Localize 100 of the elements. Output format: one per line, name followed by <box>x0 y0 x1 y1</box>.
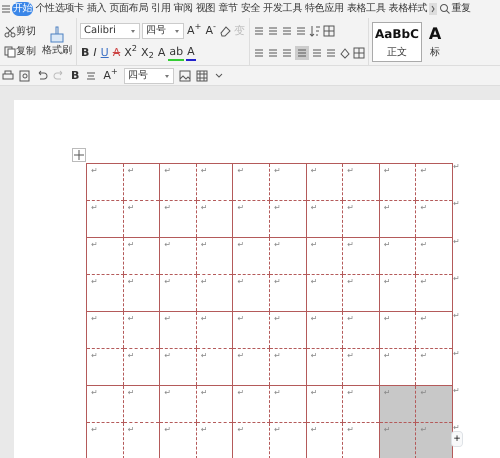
table-cell[interactable]: ↵ <box>160 200 196 238</box>
caret-icon[interactable] <box>164 72 170 78</box>
copy-icon[interactable] <box>4 46 16 58</box>
search-button[interactable]: 重复 <box>438 2 472 16</box>
bold-button[interactable]: B <box>80 46 90 60</box>
underline-button[interactable]: U <box>100 46 110 60</box>
table-cell[interactable]: ↵ <box>269 312 306 348</box>
table-cell[interactable]: ↵ <box>86 348 124 386</box>
table-cell[interactable]: ↵ <box>306 312 343 348</box>
table-cell[interactable]: ↵ <box>416 238 452 274</box>
table-cell[interactable]: ↵ <box>123 274 160 312</box>
table-cell[interactable]: ↵ <box>196 348 233 386</box>
table-cell[interactable]: ↵ <box>269 348 306 386</box>
table-cell[interactable]: ↵ <box>196 312 233 348</box>
chevron-right-icon[interactable] <box>429 3 438 15</box>
menu-icon[interactable] <box>1 3 11 15</box>
menu-tab[interactable]: 视图 <box>194 2 216 16</box>
table-cell[interactable]: ↵ <box>379 274 416 312</box>
table-cell[interactable]: ↵ <box>379 238 416 274</box>
table-cell[interactable]: ↵ <box>160 348 196 386</box>
menu-tab[interactable]: 个性选项卡 <box>34 2 85 16</box>
table-cell[interactable]: ↵ <box>196 238 233 274</box>
table-cell[interactable]: ↵ <box>416 312 452 348</box>
grow-font-button[interactable]: A$^{+}$ <box>102 68 119 82</box>
table-cell[interactable]: ↵ <box>232 274 270 312</box>
menu-tab[interactable]: 表格样式 <box>388 2 428 16</box>
scissors-icon[interactable] <box>4 26 16 38</box>
table-cell[interactable]: ↵ <box>416 164 452 200</box>
caret-icon[interactable] <box>174 28 180 34</box>
move-handle-icon[interactable] <box>72 148 86 162</box>
menu-tab[interactable]: 开始 <box>12 2 34 16</box>
table-cell[interactable]: ↵ <box>416 200 452 238</box>
table-cell[interactable]: ↵ <box>160 312 196 348</box>
table-cell[interactable]: ↵ <box>160 274 196 312</box>
table-cell[interactable]: ↵ <box>342 348 380 386</box>
menu-tab[interactable]: 页面布局 <box>108 2 150 16</box>
paintbrush-icon[interactable] <box>48 26 66 44</box>
highlight-button[interactable]: ab <box>168 44 184 60</box>
table-cell[interactable]: ↵ <box>269 274 306 312</box>
table-cell[interactable]: ↵ <box>160 386 196 422</box>
table-cell[interactable]: ↵ <box>232 238 270 274</box>
text-effect-button[interactable]: A <box>156 46 166 60</box>
search-icon[interactable] <box>439 3 452 15</box>
table-cell[interactable]: ↵ <box>379 200 416 238</box>
italic-button[interactable]: I <box>92 46 98 60</box>
font-size-dropdown[interactable]: 四号 <box>142 22 184 38</box>
align-left-icon[interactable] <box>252 46 265 58</box>
align-right-icon[interactable] <box>280 46 293 58</box>
style-option[interactable]: A 标 <box>426 22 444 62</box>
grid-icon[interactable] <box>196 70 208 82</box>
table-cell[interactable]: ↵ <box>342 200 380 238</box>
table-cell[interactable]: ↵ <box>196 386 233 422</box>
table-cell[interactable]: ↵ <box>160 238 196 274</box>
cut-button[interactable]: 剪切 <box>3 24 37 38</box>
add-row-button[interactable]: + <box>451 431 463 447</box>
table-cell[interactable]: ↵ <box>269 164 306 200</box>
table-cell[interactable]: ↵ <box>232 200 270 238</box>
table-cell[interactable]: ↵ <box>306 386 343 422</box>
caret-icon[interactable] <box>130 28 136 34</box>
menu-tab[interactable]: 表格工具 <box>346 2 387 16</box>
table-cell[interactable]: ↵ <box>232 348 270 386</box>
table-cell[interactable]: ↵ <box>86 238 124 274</box>
bold-button[interactable]: B <box>70 68 80 82</box>
align-center-icon[interactable] <box>266 46 279 58</box>
table-cell[interactable]: ↵ <box>123 164 160 200</box>
table-cell[interactable]: ↵ <box>123 312 160 348</box>
table-cell[interactable]: ↵ <box>342 312 380 348</box>
print-icon[interactable] <box>2 70 14 82</box>
copy-button[interactable]: 复制 <box>3 44 37 58</box>
table-cell[interactable]: ↵ <box>86 312 124 348</box>
style-option[interactable]: AaBbC 正文 <box>372 22 422 62</box>
subscript-button[interactable]: X$_{2}$ <box>140 46 155 60</box>
superscript-button[interactable]: X$^{2}$ <box>123 46 138 60</box>
table-cell[interactable]: ↵ <box>232 312 270 348</box>
table-cell[interactable]: ↵ <box>416 422 452 458</box>
table-cell[interactable]: ↵ <box>86 274 124 312</box>
table-cell[interactable]: ↵ <box>379 164 416 200</box>
table-cell[interactable]: ↵ <box>342 164 380 200</box>
table-cell[interactable]: ↵ <box>196 200 233 238</box>
table-cell[interactable]: ↵ <box>123 200 160 238</box>
table-cell[interactable]: ↵ <box>196 274 233 312</box>
table-cell[interactable]: ↵ <box>379 422 416 458</box>
menu-tab[interactable]: 特色应用 <box>304 2 345 16</box>
table-cell[interactable]: ↵ <box>342 238 380 274</box>
undo-icon[interactable] <box>36 70 48 82</box>
table-cell[interactable]: ↵ <box>379 386 416 422</box>
print-preview-icon[interactable] <box>19 70 31 82</box>
table-cell[interactable]: ↵ <box>232 386 270 422</box>
table-cell[interactable]: ↵ <box>416 386 452 422</box>
font-name-dropdown[interactable]: Calibri <box>80 22 140 38</box>
table-cell[interactable]: ↵ <box>306 348 343 386</box>
table-cell[interactable]: ↵ <box>123 386 160 422</box>
table-cell[interactable]: ↵ <box>269 386 306 422</box>
align-center-icon[interactable] <box>85 70 98 82</box>
borders-icon[interactable] <box>352 46 365 58</box>
table-cell[interactable]: ↵ <box>123 238 160 274</box>
table-cell[interactable]: ↵ <box>232 164 270 200</box>
table-cell[interactable]: ↵ <box>86 200 124 238</box>
menu-tab[interactable]: 插入 <box>86 2 108 16</box>
table-cell[interactable]: ↵ <box>306 200 343 238</box>
